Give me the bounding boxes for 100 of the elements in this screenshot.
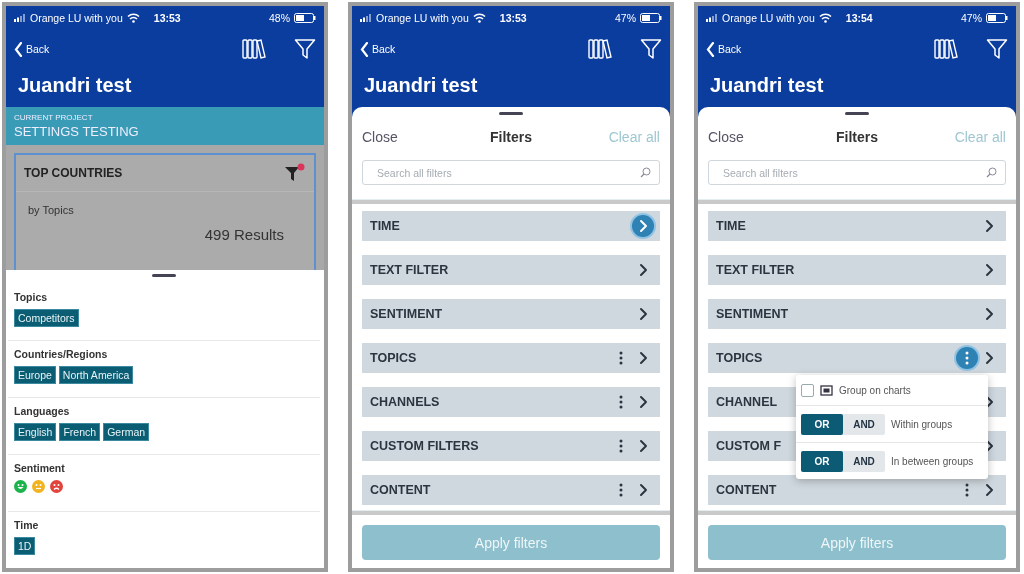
battery-icon (294, 13, 316, 23)
clock-time: 13:53 (499, 12, 527, 24)
toggle-label: Within groups (891, 418, 953, 430)
chevron-left-icon (14, 41, 23, 57)
section-heading: Languages (14, 405, 71, 417)
chevron-right-icon (638, 263, 648, 277)
sheet-title: Filters (489, 129, 533, 145)
kebab-icon (965, 483, 969, 497)
toggle-option[interactable]: OR (801, 413, 843, 435)
filter-label: SENTIMENT (370, 307, 444, 321)
toggle-option[interactable]: AND (843, 450, 885, 472)
chevron-left-icon (360, 41, 369, 57)
carrier-name: Orange LU with you (376, 12, 469, 24)
kebab-icon (619, 351, 623, 365)
screen-title: Juandri test (363, 73, 479, 98)
checkbox[interactable] (801, 383, 814, 397)
chevron-right-icon (984, 351, 994, 365)
wifi-icon (126, 13, 140, 23)
books-icon[interactable] (242, 38, 266, 60)
chart-frame-icon (820, 384, 833, 396)
books-icon[interactable] (934, 38, 958, 60)
wifi-icon (818, 13, 832, 23)
section-heading: Topics (14, 291, 49, 303)
battery-percentage: 47% (961, 12, 982, 24)
filter-tag: English (14, 423, 57, 441)
chevron-left-icon (706, 41, 715, 57)
kebab-icon (619, 395, 623, 409)
filter-label: TEXT FILTER (716, 263, 796, 277)
back-button[interactable]: Back (360, 41, 396, 57)
kebab-icon (619, 439, 623, 453)
more-button[interactable] (956, 347, 978, 369)
widget-title: TOP COUNTRIES (24, 166, 124, 180)
filter-icon[interactable] (294, 38, 316, 60)
filter-row[interactable]: TEXT FILTER (362, 255, 660, 285)
books-icon[interactable] (588, 38, 612, 60)
chevron-right-icon (638, 483, 648, 497)
filter-label: TIME (716, 219, 747, 233)
carrier-name: Orange LU with you (30, 12, 123, 24)
back-button[interactable]: Back (706, 41, 742, 57)
filter-label: TIME (370, 219, 401, 233)
chevron-right-icon (638, 307, 648, 321)
filter-icon[interactable] (986, 38, 1008, 60)
sad-face-icon[interactable] (50, 480, 63, 493)
filter-tag: North America (58, 366, 134, 384)
toggle-option[interactable]: AND (843, 413, 885, 435)
battery-icon (986, 13, 1008, 23)
chevron-right-icon (638, 351, 648, 365)
battery-percentage: 47% (615, 12, 636, 24)
search-icon (986, 167, 997, 178)
filter-label: TOPICS (716, 351, 764, 365)
section-heading: Countries/Regions (14, 348, 109, 360)
filter-label: CUSTOM FILTERS (370, 439, 480, 453)
filter-row[interactable]: TOPICS (362, 343, 660, 373)
filter-label: SENTIMENT (716, 307, 790, 321)
filter-row[interactable]: TEXT FILTER (708, 255, 1006, 285)
battery-percentage: 48% (269, 12, 290, 24)
chevron-right-icon (638, 439, 648, 453)
filter-label: CONTENT (716, 483, 778, 497)
project-name: SETTINGS TESTING (14, 124, 140, 139)
filter-row[interactable]: CUSTOM FILTERS (362, 431, 660, 461)
drag-handle-icon[interactable] (499, 112, 523, 116)
filter-label: CHANNELS (370, 395, 441, 409)
filter-row[interactable]: SENTIMENT (362, 299, 660, 329)
filter-row[interactable]: CHANNELS (362, 387, 660, 417)
kebab-icon (619, 483, 623, 497)
screen-title: Juandri test (709, 73, 825, 98)
filter-tag: Europe (14, 366, 56, 384)
project-label: CURRENT PROJECT (14, 113, 94, 122)
widget-card[interactable]: TOP COUNTRIES by Topics 499 Results (14, 153, 316, 270)
close-button[interactable]: Close (362, 129, 462, 145)
clock-time: 13:54 (845, 12, 873, 24)
chevron-right-icon (984, 219, 994, 233)
close-button[interactable]: Close (708, 129, 808, 145)
filter-label: TOPICS (370, 351, 418, 365)
filter-row[interactable]: TIME (708, 211, 1006, 241)
search-field[interactable]: Search all filters (708, 160, 1006, 185)
kebab-icon (965, 351, 969, 365)
filter-label: TEXT FILTER (370, 263, 450, 277)
filter-row[interactable]: CONTENT (708, 475, 1006, 505)
results-count: 499 Results (203, 225, 285, 243)
filter-label: CONTENT (370, 483, 432, 497)
filter-tag: Competitors (14, 309, 79, 327)
carrier-name: Orange LU with you (722, 12, 815, 24)
filter-row[interactable]: CONTENT (362, 475, 660, 505)
back-button[interactable]: Back (14, 41, 50, 57)
filter-row[interactable]: SENTIMENT (708, 299, 1006, 329)
filter-tag: French (59, 423, 101, 441)
filter-row[interactable]: TIME (362, 211, 660, 241)
filter-icon[interactable] (640, 38, 662, 60)
chevron-right-icon (984, 263, 994, 277)
signal-icon (14, 14, 26, 22)
search-field[interactable]: Search all filters (362, 160, 660, 185)
filter-active-icon[interactable] (284, 163, 306, 183)
toggle-option[interactable]: OR (801, 450, 843, 472)
section-heading: Sentiment (14, 462, 66, 474)
happy-face-icon[interactable] (14, 480, 27, 493)
clock-time: 13:53 (153, 12, 181, 24)
drag-handle-icon[interactable] (152, 274, 176, 278)
drag-handle-icon[interactable] (845, 112, 869, 116)
filter-label: CUSTOM F (716, 439, 783, 453)
